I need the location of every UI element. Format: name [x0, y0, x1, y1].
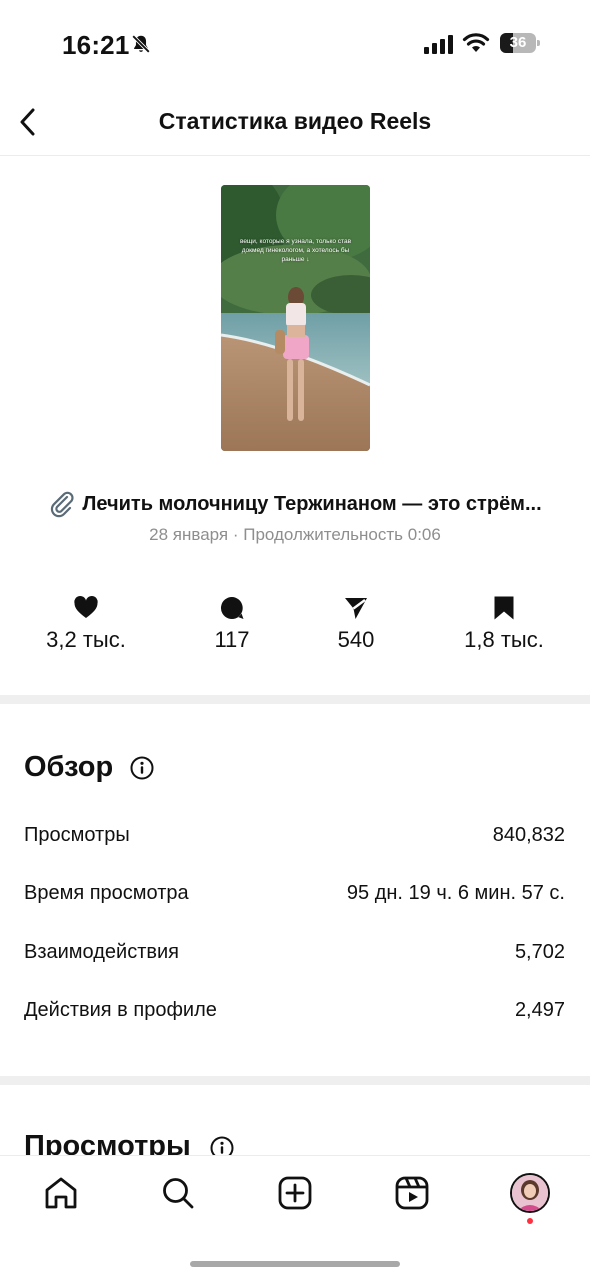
avatar-image — [512, 1175, 548, 1211]
saves-stat: 1,8 тыс. — [429, 595, 579, 653]
thumbnail-caption: вещи, которые я узнала, только став докм… — [239, 238, 352, 263]
info-icon[interactable] — [130, 756, 154, 780]
overview-row-label: Действия в профиле — [24, 999, 217, 1021]
wifi-icon — [462, 33, 490, 52]
heart-icon — [74, 596, 98, 618]
status-time: 16:21 — [62, 30, 130, 60]
bell-muted-icon — [131, 34, 151, 54]
page-title: Статистика видео Reels — [158, 108, 432, 134]
nav-reels[interactable] — [391, 1172, 433, 1214]
create-icon — [278, 1176, 312, 1210]
home-indicator — [190, 1261, 400, 1267]
reel-thumbnail-image — [221, 185, 370, 451]
reel-thumbnail[interactable]: вещи, которые я узнала, только став докм… — [221, 185, 370, 451]
section-divider — [0, 695, 590, 704]
home-icon — [45, 1177, 77, 1209]
overview-row-value: 95 дн. 19 ч. 6 мин. 57 с. — [346, 882, 565, 904]
battery-icon: 36 — [500, 33, 540, 53]
comment-icon — [220, 596, 244, 619]
nav-create[interactable] — [274, 1172, 316, 1214]
likes-stat: 3,2 тыс. — [11, 595, 161, 653]
overview-title: Обзор — [24, 751, 114, 783]
saves-count: 1,8 тыс. — [464, 627, 544, 652]
overview-row-value: 840,832 — [492, 824, 565, 846]
reels-icon — [395, 1176, 429, 1210]
overview-row-label: Взаимодействия — [24, 941, 179, 963]
shares-stat: 540 — [281, 595, 431, 653]
send-icon — [345, 598, 367, 619]
nav-search[interactable] — [157, 1172, 199, 1214]
overview-row-label: Просмотры — [24, 824, 130, 846]
profile-avatar[interactable] — [510, 1173, 550, 1213]
signal-icon — [424, 35, 453, 54]
overview-row-label: Время просмотра — [24, 882, 189, 904]
reel-title-row: Лечить молочницу Тержинаном — это стрём.… — [0, 490, 590, 518]
notification-dot — [527, 1218, 533, 1224]
header: Статистика видео Reels — [0, 90, 590, 156]
status-bar: 16:21 36 — [0, 0, 590, 90]
reel-title: Лечить молочницу Тержинаном — это стрём.… — [82, 492, 542, 515]
battery-percent: 36 — [509, 34, 527, 51]
nav-home[interactable] — [40, 1172, 82, 1214]
paperclip-icon — [51, 491, 74, 518]
shares-count: 540 — [337, 627, 375, 652]
reel-meta: 28 января · Продолжительность 0:06 — [149, 525, 441, 544]
section-divider — [0, 1076, 590, 1085]
overview-row-value: 2,497 — [514, 999, 565, 1021]
likes-count: 3,2 тыс. — [46, 627, 126, 652]
bookmark-icon — [494, 596, 514, 620]
search-icon — [163, 1178, 194, 1209]
overview-row-value: 5,702 — [514, 941, 565, 963]
